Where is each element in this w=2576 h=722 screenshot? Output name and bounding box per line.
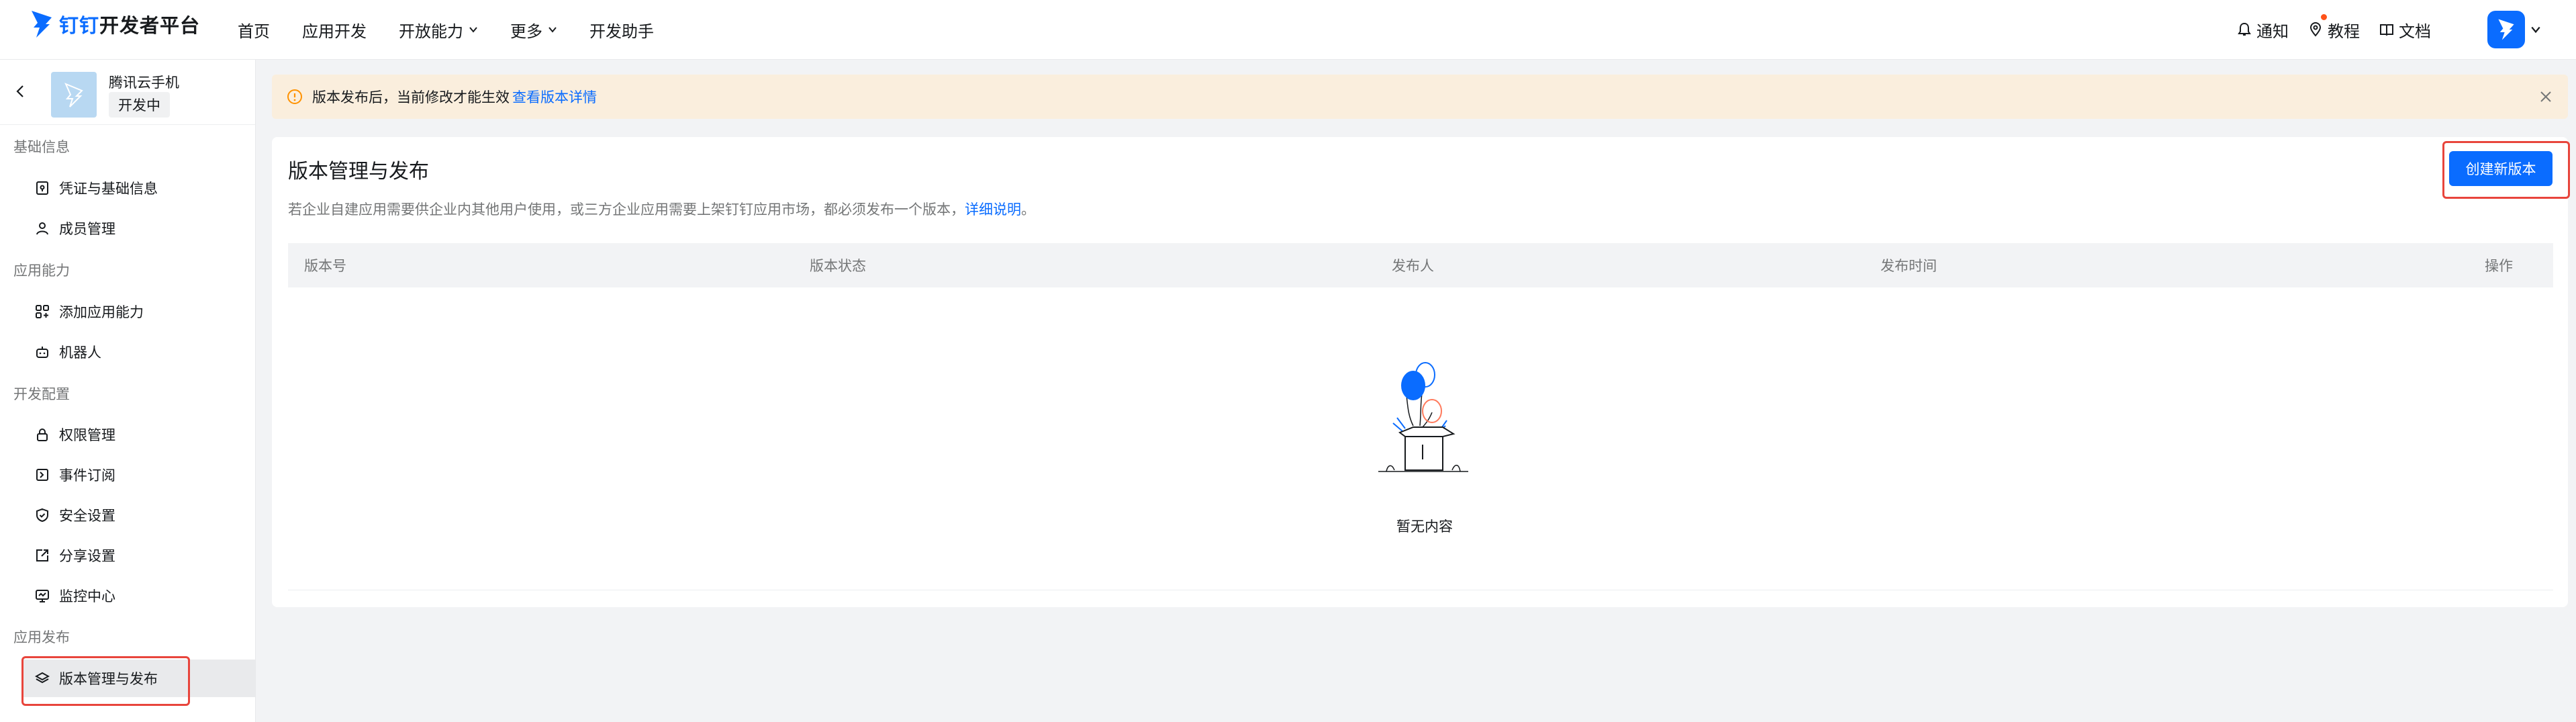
page-description: 若企业自建应用需要供企业内其他用户使用，或三方企业应用需要上架钉钉应用市场，都必… [288,199,1035,219]
docs-button[interactable]: 文档 [2379,18,2431,42]
column-actions: 操作 [2485,258,2513,274]
sidebar-item-permissions[interactable]: 权限管理 [21,416,255,453]
nav-dev-assistant[interactable]: 开发助手 [589,18,654,42]
sidebar-item-label: 分享设置 [59,548,115,564]
group-app-release: 应用发布 [13,629,70,645]
main-nav: 首页 应用开发 开放能力 更多 开发助手 [238,0,686,59]
chevron-down-icon [548,27,557,33]
location-pin-icon [2309,22,2322,37]
sidebar-item-members[interactable]: 成员管理 [21,210,255,247]
chevron-down-icon [2531,26,2540,34]
logo[interactable]: 钉钉开发者平台 [30,9,200,39]
group-app-capabilities: 应用能力 [13,263,70,279]
app-status-badge: 开发中 [109,92,170,118]
shield-icon [36,508,48,523]
empty-state-text: 暂无内容 [1396,518,1453,535]
lock-icon [37,428,48,441]
monitor-icon [36,590,49,602]
sidebar-item-credentials[interactable]: 凭证与基础信息 [21,169,255,207]
notify-button[interactable]: 通知 [2236,18,2289,42]
sidebar-item-robot[interactable]: 机器人 [21,333,255,371]
notice-link[interactable]: 查看版本详情 [512,87,597,107]
highlight-box-sidebar [21,656,190,706]
sidebar-item-label: 添加应用能力 [59,304,144,320]
robot-icon [36,347,48,358]
close-icon[interactable] [2538,89,2553,104]
column-status: 版本状态 [810,258,866,274]
dingtalk-avatar-icon [2498,19,2514,40]
user-icon [36,222,48,235]
sidebar-item-label: 监控中心 [59,588,115,604]
app-name: 腾讯云手机 [109,75,179,91]
notification-dot [2321,13,2327,20]
docs-label: 文档 [2399,21,2431,41]
top-bar: 钉钉开发者平台 首页 应用开发 开放能力 更多 开发助手 通知 教程 文档 [0,0,2576,60]
sidebar: 腾讯云手机 开发中 基础信息 凭证与基础信息 成员管理 应用能力 添加应用能力 … [0,60,256,722]
sidebar-item-monitor[interactable]: 监控中心 [21,577,255,615]
back-arrow-icon[interactable] [13,84,28,99]
app-header: 腾讯云手机 开发中 [0,60,255,125]
column-publisher: 发布人 [1392,258,1434,274]
sidebar-item-label: 凭证与基础信息 [59,181,158,197]
nav-app-dev[interactable]: 应用开发 [302,18,367,42]
avatar [2487,11,2525,48]
sidebar-item-label: 成员管理 [59,221,115,237]
column-version: 版本号 [304,258,346,274]
nav-open-capabilities[interactable]: 开放能力 [399,18,478,42]
share-icon [36,549,48,561]
sidebar-item-share[interactable]: 分享设置 [21,537,255,574]
app-logo-icon [64,83,83,107]
sidebar-item-security[interactable]: 安全设置 [21,496,255,534]
sidebar-item-add-capability[interactable]: 添加应用能力 [21,293,255,330]
brand-name: 钉钉开发者平台 [59,14,201,37]
column-publish-time: 发布时间 [1880,258,1937,274]
tutorial-button[interactable]: 教程 [2307,13,2360,42]
empty-state-illustration [1378,362,1468,472]
dingtalk-logo-icon [32,11,52,38]
sidebar-item-label: 机器人 [59,345,101,361]
app-icon [51,72,97,118]
description-end: 。 [1021,201,1035,218]
description-text: 若企业自建应用需要供企业内其他用户使用，或三方企业应用需要上架钉钉应用市场，都必… [288,201,965,218]
notice-banner: 版本发布后，当前修改才能生效 查看版本详情 [272,75,2568,119]
table-header: 版本号 版本状态 发布人 发布时间 操作 [288,243,2553,287]
group-basic-info: 基础信息 [13,139,70,155]
sidebar-item-label: 事件订阅 [59,467,115,484]
user-menu[interactable] [2487,11,2541,48]
info-icon [287,89,302,104]
credential-icon [36,181,48,195]
version-card: 版本管理与发布 若企业自建应用需要供企业内其他用户使用，或三方企业应用需要上架钉… [272,137,2568,607]
apps-grid-icon [36,305,49,318]
bell-icon [2238,22,2251,36]
notice-text: 版本发布后，当前修改才能生效 [312,89,510,105]
chevron-down-icon [469,27,477,33]
header-tools: 通知 教程 文档 [2217,0,2541,59]
sidebar-item-event-subscription[interactable]: 事件订阅 [21,456,255,494]
tutorial-label: 教程 [2328,21,2360,41]
highlight-box-create [2442,141,2570,199]
nav-more[interactable]: 更多 [510,18,557,42]
nav-home[interactable]: 首页 [238,18,270,42]
page-title: 版本管理与发布 [288,160,429,183]
sidebar-item-label: 权限管理 [59,427,115,443]
group-dev-config: 开发配置 [13,386,70,402]
sidebar-item-label: 安全设置 [59,508,115,524]
details-link[interactable]: 详细说明 [965,201,1021,218]
book-icon [2380,24,2393,36]
event-icon [36,469,48,481]
notify-label: 通知 [2256,21,2289,41]
